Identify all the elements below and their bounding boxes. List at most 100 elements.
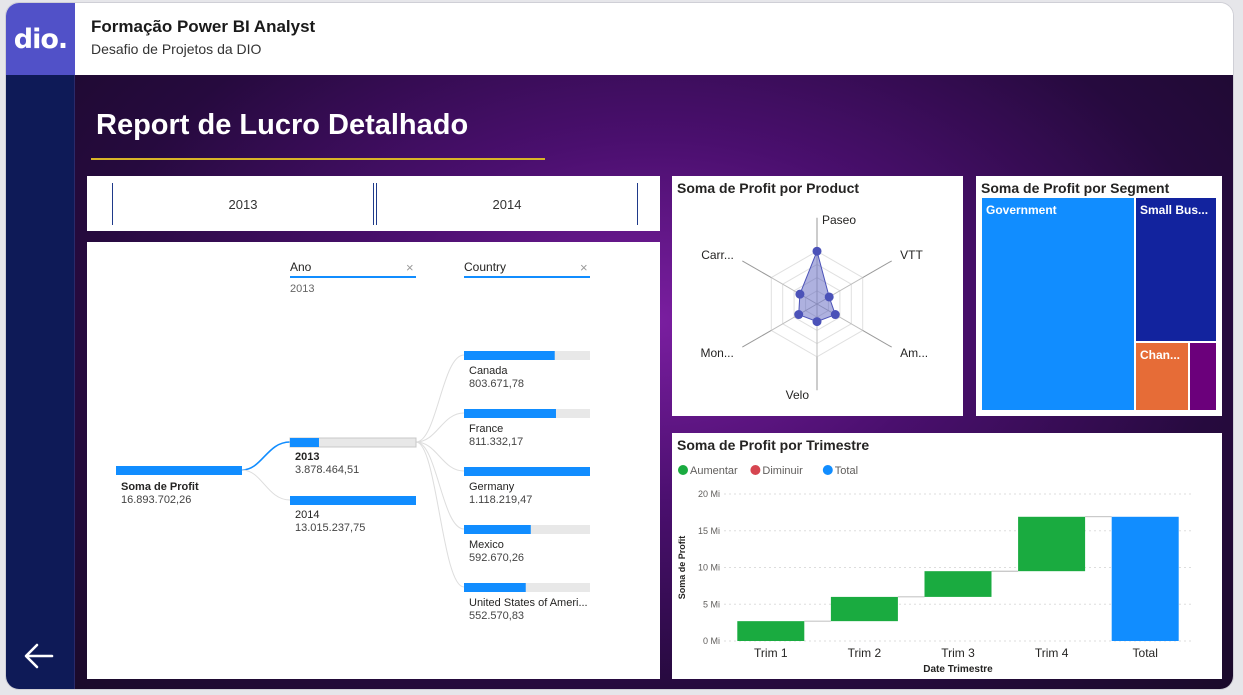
- app-title: Formação Power BI Analyst: [91, 17, 316, 36]
- legend-marker: [822, 465, 833, 475]
- y-tick-label: 10 Mi: [698, 563, 720, 573]
- root-bar[interactable]: [116, 466, 242, 475]
- radar-series-area[interactable]: [798, 249, 836, 323]
- treemap-tile-label: Chan...: [1140, 348, 1180, 362]
- slicer-option-label: 2014: [492, 196, 522, 212]
- radar-leader-line: [862, 260, 892, 279]
- legend-label: Diminuir: [762, 465, 803, 477]
- year-label: 2014: [295, 509, 319, 521]
- root-label: Soma de Profit: [121, 481, 199, 493]
- close-icon[interactable]: ×: [580, 260, 588, 275]
- country-label: Germany: [469, 481, 515, 493]
- y-tick-label: 0 Mi: [703, 636, 720, 646]
- decomposition-tree-svg: Ano × 2013 Country × Soma de Profit 16.8…: [116, 260, 590, 622]
- waterfall-bar[interactable]: [1111, 516, 1179, 641]
- app-subtitle: Desafio de Projetos da DIO: [91, 41, 262, 57]
- country-bar-fill[interactable]: [464, 525, 531, 534]
- y-axis-title: Soma de Profit: [677, 536, 687, 600]
- header: dio. Formação Power BI Analyst Desafio d…: [6, 3, 1233, 75]
- level-selected-ano: 2013: [290, 283, 314, 295]
- radar-point[interactable]: [824, 292, 834, 302]
- root-value: 16.893.702,26: [121, 494, 191, 506]
- dio-logo: dio.: [6, 3, 75, 75]
- radar-axis-label: Mon...: [701, 346, 734, 360]
- radar-axis-label: Paseo: [822, 213, 856, 227]
- connectors-countries: [415, 354, 465, 588]
- treemap-tile[interactable]: [1190, 343, 1216, 410]
- radar-leader-line: [862, 329, 892, 348]
- x-tick-label: Trim 3: [941, 646, 975, 660]
- radar-axis-label: VTT: [900, 248, 923, 262]
- treemap-tile[interactable]: [982, 198, 1134, 410]
- radar-chart: Paseo VTT Am... Velo Mon... Carr...: [701, 213, 929, 402]
- radar-point[interactable]: [794, 310, 804, 320]
- connector-root-2014: [241, 469, 291, 501]
- slicer-option-2013[interactable]: 2013: [112, 183, 374, 225]
- report-title: Report de Lucro Detalhado: [96, 109, 469, 141]
- country-value: 811.332,17: [469, 436, 523, 448]
- title-underline: [91, 158, 545, 160]
- level-header-ano[interactable]: Ano: [290, 260, 312, 274]
- waterfall-bar[interactable]: [1018, 516, 1086, 572]
- year-bar-fill[interactable]: [290, 438, 319, 447]
- level-header-country[interactable]: Country: [464, 260, 506, 274]
- slicer-option-label: 2013: [228, 196, 258, 212]
- radar-axis-label: Am...: [900, 346, 928, 360]
- country-nodes: Canada803.671,78 France811.332,17 Germany1…: [464, 351, 590, 622]
- slicer-option-2014[interactable]: 2014: [376, 183, 638, 225]
- treemap-chart: Government Small Bus... Chan...: [982, 198, 1216, 410]
- country-label: United States of Ameri...: [469, 597, 588, 609]
- year-slicer: 2013 2014: [87, 176, 660, 231]
- y-tick-label: 20 Mi: [698, 489, 720, 499]
- country-label: Canada: [469, 365, 508, 377]
- country-value: 552.570,83: [469, 610, 524, 622]
- country-value: 1.118.219,47: [469, 494, 532, 506]
- decomposition-tree: Ano × 2013 Country × Soma de Profit 16.8…: [87, 242, 660, 679]
- country-bar-fill[interactable]: [464, 467, 590, 476]
- waterfall-bar[interactable]: [737, 621, 805, 641]
- waterfall-bar[interactable]: [830, 596, 898, 622]
- legend-label: Total: [835, 465, 858, 477]
- radar-point[interactable]: [812, 317, 822, 327]
- year-nodes: 20133.878.464,51 201413.015.237,75: [289, 437, 417, 534]
- waterfall-bar[interactable]: [924, 571, 992, 597]
- legend-label: Aumentar: [690, 465, 738, 477]
- sidebar: [6, 75, 75, 689]
- x-tick-label: Trim 4: [1035, 646, 1069, 660]
- x-tick-label: Trim 1: [754, 646, 788, 660]
- treemap-tile-label: Government: [986, 203, 1057, 217]
- close-icon[interactable]: ×: [406, 260, 414, 275]
- radar-point[interactable]: [795, 289, 805, 299]
- treemap-tile[interactable]: [1136, 198, 1216, 341]
- radar-axis-label: Carr...: [701, 248, 734, 262]
- x-tick-label: Total: [1133, 646, 1158, 660]
- y-tick-label: 15 Mi: [698, 526, 720, 536]
- radar-axis-label: Velo: [786, 388, 810, 402]
- waterfall-card: Soma de Profit por Trimestre Aumentar Dim…: [672, 433, 1222, 679]
- year-value: 3.878.464,51: [295, 464, 359, 476]
- country-label: France: [469, 423, 503, 435]
- y-tick-label: 5 Mi: [703, 599, 720, 609]
- x-tick-label: Trim 2: [848, 646, 882, 660]
- connector-root-2013: [241, 441, 291, 471]
- year-label: 2013: [295, 451, 319, 463]
- treemap-card: Soma de Profit por Segment Government Sma…: [976, 176, 1222, 416]
- back-arrow-icon[interactable]: [22, 639, 56, 673]
- legend-marker: [678, 465, 688, 475]
- country-bar-fill[interactable]: [464, 409, 556, 418]
- radar-leader-line: [742, 260, 772, 279]
- country-value: 592.670,26: [469, 552, 524, 564]
- year-value: 13.015.237,75: [295, 522, 365, 534]
- waterfall-chart: Aumentar Diminuir Total 0 Mi 5 Mi 10 Mi 15 Mi 2…: [677, 465, 1192, 675]
- report-canvas: Report de Lucro Detalhado 2013 2014 Ano …: [75, 75, 1233, 689]
- country-bar-fill[interactable]: [464, 351, 555, 360]
- radar-point[interactable]: [812, 246, 822, 256]
- treemap-tile-label: Small Bus...: [1140, 203, 1208, 217]
- radar-point[interactable]: [830, 310, 840, 320]
- radar-leader-line: [742, 329, 772, 348]
- country-bar-fill[interactable]: [464, 583, 526, 592]
- x-axis-title: Date Trimestre: [923, 664, 993, 675]
- legend-marker: [750, 465, 761, 475]
- app-window: dio. Formação Power BI Analyst Desafio d…: [5, 2, 1234, 690]
- year-bar-fill[interactable]: [290, 496, 416, 505]
